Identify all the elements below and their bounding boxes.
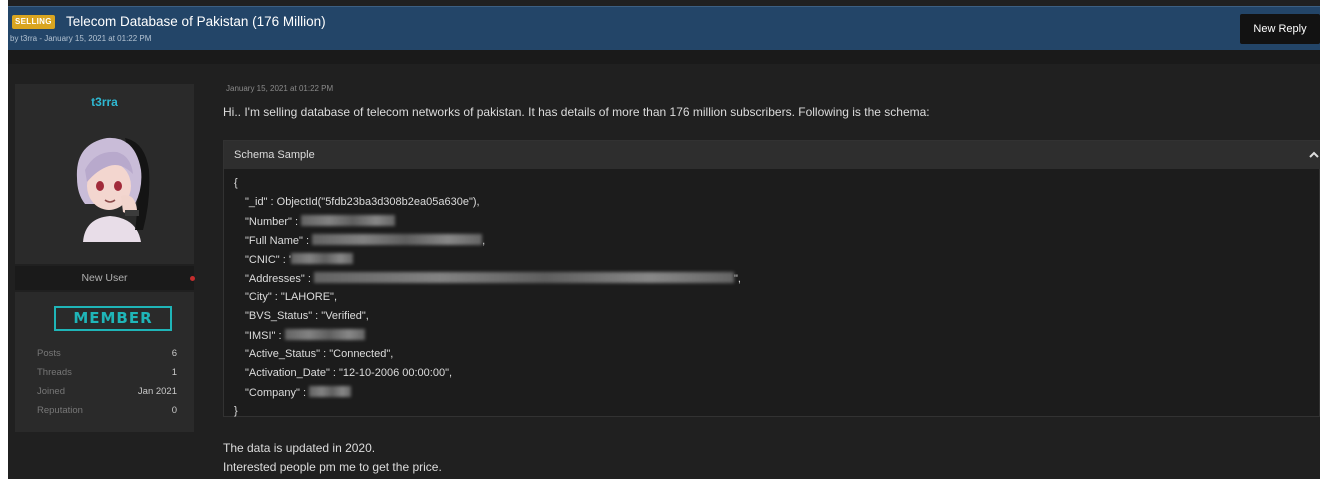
avatar[interactable] — [65, 130, 155, 242]
thread-header: SELLING Telecom Database of Pakistan (17… — [8, 6, 1320, 50]
user-stats-panel: MEMBER Posts 6 Threads 1 Joined Jan 2021… — [15, 292, 194, 432]
code-line: "Active_Status" : "Connected", — [245, 348, 394, 360]
redacted-value — [312, 234, 483, 245]
redacted-value — [284, 329, 365, 340]
post-body-line: The data is updated in 2020. — [223, 441, 376, 455]
redacted-value — [313, 272, 734, 283]
code-line: "Company" : — [245, 386, 352, 403]
post-intro-text: Hi.. I'm selling database of telecom net… — [223, 105, 930, 119]
selling-prefix-badge[interactable]: SELLING — [12, 15, 55, 29]
code-line: "City" : "LAHORE", — [245, 291, 338, 303]
new-reply-button[interactable]: New Reply — [1240, 14, 1320, 44]
chevron-up-icon[interactable] — [1308, 149, 1320, 161]
schema-spoiler-box: Schema Sample { "_id" : ObjectId("5fdb23… — [223, 140, 1320, 417]
code-line: } — [234, 405, 238, 417]
status-dot-icon — [190, 276, 195, 281]
stat-label: Reputation — [37, 405, 83, 416]
stat-row-reputation: Reputation 0 — [37, 405, 177, 420]
forum-thread-page: SELLING Telecom Database of Pakistan (17… — [8, 0, 1320, 479]
post-header-bar — [8, 50, 1320, 64]
schema-title: Schema Sample — [234, 149, 315, 161]
schema-spoiler-header[interactable]: Schema Sample — [224, 141, 1320, 169]
code-line: { — [234, 177, 238, 189]
user-title-bar: New User — [15, 266, 195, 290]
user-title: New User — [81, 272, 128, 284]
username-link[interactable]: t3rra — [15, 95, 194, 109]
code-line: "CNIC" : ' — [245, 253, 353, 270]
stat-label: Threads — [37, 367, 72, 378]
member-rank-badge: MEMBER — [54, 306, 172, 331]
stat-row-posts: Posts 6 — [37, 348, 177, 363]
post-date[interactable]: January 15, 2021 at 01:22 PM — [226, 84, 333, 93]
stat-value: 1 — [171, 367, 177, 378]
code-line: "Activation_Date" : "12-10-2006 00:00:00… — [245, 367, 453, 379]
thread-title: Telecom Database of Pakistan (176 Millio… — [66, 14, 326, 29]
stat-value: 0 — [171, 405, 177, 416]
code-line: "IMSI" : — [245, 329, 365, 346]
stat-label: Joined — [37, 386, 65, 397]
stat-row-threads: Threads 1 — [37, 367, 177, 382]
thread-meta: by t3rra - January 15, 2021 at 01:22 PM — [10, 34, 152, 43]
code-line: "Addresses" : ", — [245, 272, 741, 285]
code-line: "Full Name" : , — [245, 234, 486, 247]
stat-label: Posts — [37, 348, 61, 359]
redacted-value — [301, 215, 396, 226]
stat-value: Jan 2021 — [137, 386, 177, 397]
code-line: "_id" : ObjectId("5fdb23ba3d308b2ea05a63… — [245, 196, 480, 208]
redacted-value — [309, 386, 352, 397]
stat-value: 6 — [171, 348, 177, 359]
user-card: t3rra — [15, 84, 194, 264]
post-body-line: Interested people pm me to get the price… — [223, 460, 442, 474]
code-line: "BVS_Status" : "Verified", — [245, 310, 369, 322]
code-line: "Number" : — [245, 215, 396, 232]
stat-row-joined: Joined Jan 2021 — [37, 386, 177, 401]
redacted-value — [290, 253, 353, 264]
